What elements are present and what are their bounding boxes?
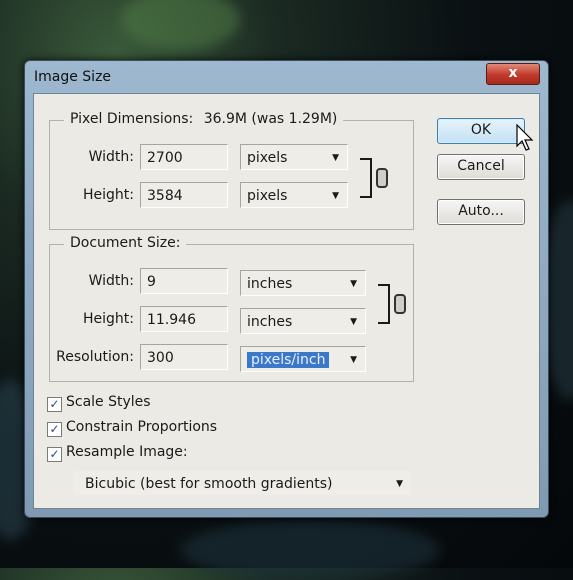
constrain-proportions-checkbox[interactable]: ✓ Constrain Proportions bbox=[47, 419, 217, 437]
chevron-down-icon: ▼ bbox=[350, 279, 357, 289]
checkmark-icon: ✓ bbox=[47, 397, 62, 412]
image-size-dialog: Image Size x Pixel Dimensions: 36.9M (wa… bbox=[24, 60, 549, 518]
pixel-width-input[interactable]: 2700 bbox=[140, 144, 228, 170]
pixel-dimensions-summary: 36.9M (was 1.29M) bbox=[203, 111, 338, 127]
doc-height-input[interactable]: 11.946 bbox=[140, 306, 228, 332]
chevron-down-icon: ▼ bbox=[350, 317, 357, 327]
close-icon: x bbox=[508, 65, 518, 81]
link-icon bbox=[394, 294, 406, 314]
resample-method-select[interactable]: Bicubic (best for smooth gradients) ▼ bbox=[72, 470, 412, 496]
chevron-down-icon: ▼ bbox=[332, 153, 339, 163]
chevron-down-icon: ▼ bbox=[350, 355, 357, 365]
dialog-body: Pixel Dimensions: 36.9M (was 1.29M) Widt… bbox=[33, 93, 540, 509]
resolution-label: Resolution: bbox=[56, 349, 134, 365]
checkmark-icon: ✓ bbox=[47, 447, 62, 462]
mouse-pointer-icon bbox=[516, 124, 534, 151]
doc-width-unit-select[interactable]: inches ▼ bbox=[240, 270, 366, 296]
resolution-unit-value-wrap: pixels/inch bbox=[247, 347, 330, 373]
doc-width-input[interactable]: 9 bbox=[140, 268, 228, 294]
dialog-title: Image Size bbox=[34, 69, 112, 85]
scale-styles-checkbox[interactable]: ✓ Scale Styles bbox=[47, 394, 151, 412]
pixel-width-unit-select[interactable]: pixels ▼ bbox=[240, 144, 348, 170]
ok-button[interactable]: OK bbox=[437, 118, 525, 144]
resolution-unit-value: pixels/inch bbox=[247, 352, 330, 368]
background-texture bbox=[120, 0, 240, 50]
document-size-title: Document Size: bbox=[64, 235, 187, 251]
cancel-button[interactable]: Cancel bbox=[437, 154, 525, 180]
auto-button[interactable]: Auto... bbox=[437, 199, 525, 225]
resample-method-value: Bicubic (best for smooth gradients) bbox=[85, 476, 333, 492]
pixel-width-unit-value: pixels bbox=[247, 150, 288, 166]
pixel-dimensions-title: Pixel Dimensions: 36.9M (was 1.29M) bbox=[64, 111, 344, 127]
close-button[interactable]: x bbox=[486, 63, 540, 85]
constrain-proportions-label: Constrain Proportions bbox=[66, 419, 218, 435]
chevron-down-icon: ▼ bbox=[396, 479, 403, 489]
background-texture bbox=[180, 520, 440, 580]
resample-image-checkbox[interactable]: ✓ Resample Image: bbox=[47, 444, 188, 462]
constrain-bracket bbox=[360, 158, 372, 198]
doc-height-unit-select[interactable]: inches ▼ bbox=[240, 308, 366, 334]
doc-width-label: Width: bbox=[88, 273, 134, 289]
title-bar[interactable]: Image Size x bbox=[25, 61, 548, 91]
doc-height-label: Height: bbox=[83, 311, 134, 327]
resolution-unit-select[interactable]: pixels/inch ▼ bbox=[240, 346, 366, 372]
pixel-width-label: Width: bbox=[88, 149, 134, 165]
pixel-height-unit-select[interactable]: pixels ▼ bbox=[240, 182, 348, 208]
pixel-height-unit-value: pixels bbox=[247, 188, 288, 204]
resample-image-label: Resample Image: bbox=[66, 444, 188, 460]
link-icon bbox=[376, 168, 388, 188]
scale-styles-label: Scale Styles bbox=[66, 394, 151, 410]
pixel-height-label: Height: bbox=[83, 187, 134, 203]
doc-width-unit-value: inches bbox=[247, 276, 293, 292]
constrain-bracket bbox=[378, 284, 390, 324]
pixel-height-input[interactable]: 3584 bbox=[140, 182, 228, 208]
doc-height-unit-value: inches bbox=[247, 314, 293, 330]
checkmark-icon: ✓ bbox=[47, 422, 62, 437]
resolution-input[interactable]: 300 bbox=[140, 344, 228, 370]
chevron-down-icon: ▼ bbox=[332, 191, 339, 201]
